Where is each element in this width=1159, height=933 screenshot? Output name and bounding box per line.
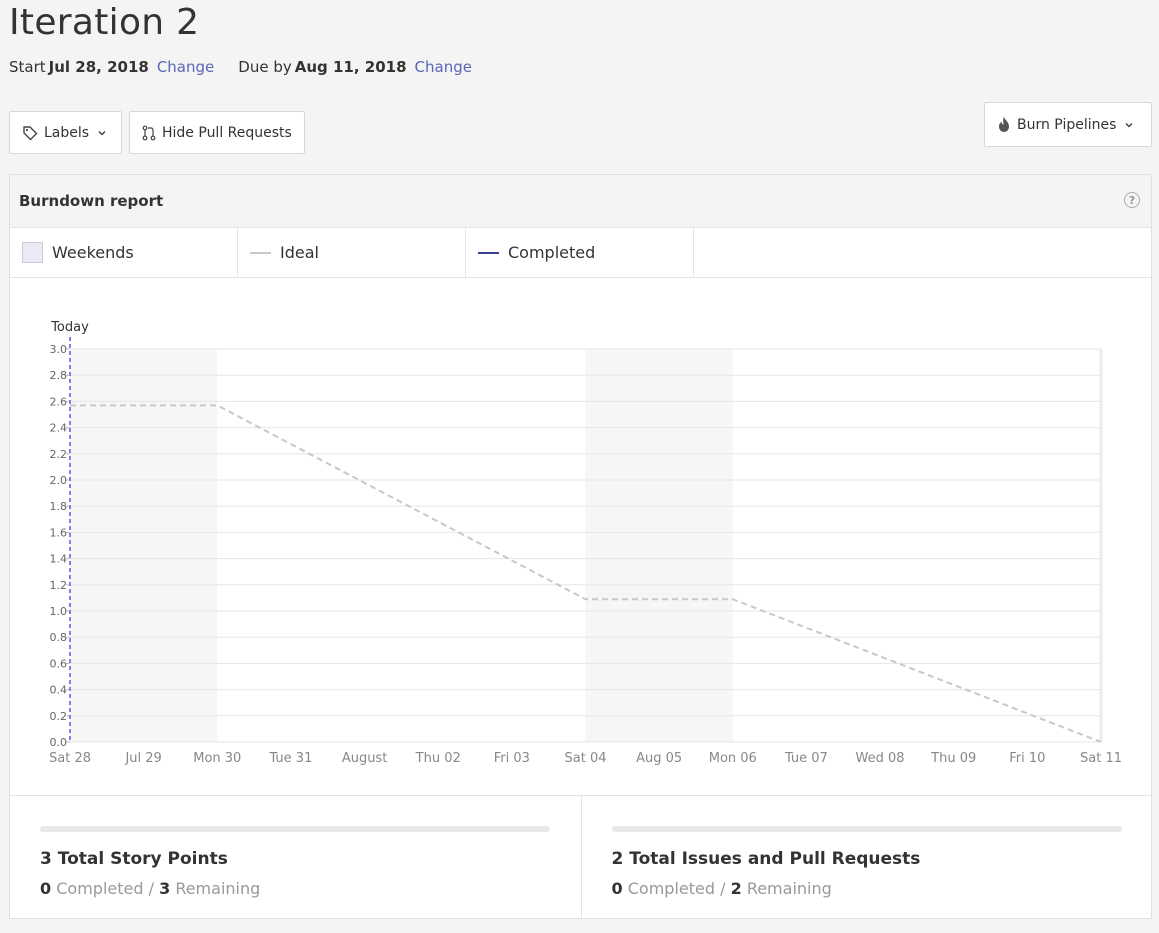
completed-swatch xyxy=(478,251,499,254)
x-tick-label: Mon 06 xyxy=(709,751,757,766)
x-tick-label: Thu 02 xyxy=(415,751,461,766)
weekend-band xyxy=(585,349,733,742)
burndown-chart-svg: 0.0 0.2 0.4 0.6 0.8 1.0 1.2 1.4 1.6 1.8 2.0 2.2 2.4 2… xyxy=(49,320,1122,766)
completed-label: Completed / xyxy=(56,879,154,898)
due-prefix: Due by xyxy=(238,58,292,76)
remaining-label: Remaining xyxy=(746,879,832,898)
y-tick-label: 1.6 xyxy=(50,526,68,539)
today-label: Today xyxy=(50,320,89,335)
x-tick-label: Thu 09 xyxy=(930,751,976,766)
x-tick-label: Sat 11 xyxy=(1080,751,1122,766)
y-tick-label: 3.0 xyxy=(50,343,68,356)
remaining-count: 3 xyxy=(159,879,171,898)
y-tick-label: 2.2 xyxy=(50,448,68,461)
weekends-swatch xyxy=(22,242,43,263)
issues-progress-bar xyxy=(611,826,1122,832)
burn-pipelines-button[interactable]: Burn Pipelines xyxy=(984,102,1152,147)
y-tick-label: 1.2 xyxy=(50,579,68,592)
page-title: Iteration 2 xyxy=(9,2,200,43)
stat-heading: 2 Total Issues and Pull Requests xyxy=(611,849,921,869)
change-start-link[interactable]: Change xyxy=(157,58,214,76)
x-tick-label: Tue 07 xyxy=(784,751,828,766)
y-tick-label: 2.6 xyxy=(50,395,68,408)
issues-stat: 2 Total Issues and Pull Requests 0 Compl… xyxy=(580,796,1152,918)
labels-button[interactable]: Labels xyxy=(9,111,122,154)
chevron-down-icon xyxy=(1125,122,1133,128)
y-tick-label: 0.8 xyxy=(50,631,68,644)
panel-title: Burndown report xyxy=(19,192,164,210)
y-tick-label: 2.8 xyxy=(50,369,68,382)
x-tick-label: August xyxy=(342,751,388,766)
hide-pull-requests-label: Hide Pull Requests xyxy=(162,124,292,141)
completed-count: 0 xyxy=(40,879,52,898)
ideal-swatch xyxy=(250,251,271,254)
burndown-panel: Burndown report ? Weekends Ideal Complet… xyxy=(9,174,1152,919)
start-date: Jul 28, 2018 xyxy=(48,58,149,76)
x-tick-label: Jul 29 xyxy=(124,751,161,766)
y-tick-label: 1.0 xyxy=(50,605,68,618)
change-due-link[interactable]: Change xyxy=(415,58,472,76)
hide-pull-requests-button[interactable]: Hide Pull Requests xyxy=(129,111,305,154)
legend-label: Ideal xyxy=(280,243,319,262)
y-tick-label: 0.0 xyxy=(50,736,68,749)
y-tick-label: 0.2 xyxy=(50,710,68,723)
legend-label: Completed xyxy=(508,243,596,262)
remaining-label: Remaining xyxy=(175,879,261,898)
remaining-count: 2 xyxy=(730,879,742,898)
legend-item-weekends[interactable]: Weekends xyxy=(10,228,238,277)
labels-button-label: Labels xyxy=(44,124,90,141)
y-tick-label: 1.8 xyxy=(50,500,68,513)
tag-icon xyxy=(23,125,38,140)
stat-heading: 3 Total Story Points xyxy=(40,849,228,869)
x-tick-label: Wed 08 xyxy=(856,751,905,766)
help-icon[interactable]: ? xyxy=(1124,192,1140,208)
y-tick-label: 1.4 xyxy=(50,553,68,566)
x-tick-label: Aug 05 xyxy=(636,751,682,766)
y-tick-label: 2.0 xyxy=(50,474,68,487)
due-date: Aug 11, 2018 xyxy=(294,58,407,76)
burndown-chart: 0.0 0.2 0.4 0.6 0.8 1.0 1.2 1.4 1.6 1.8 2.0 2.2 2.4 2… xyxy=(10,278,1151,795)
x-tick-label: Mon 30 xyxy=(193,751,241,766)
x-tick-label: Sat 28 xyxy=(49,751,91,766)
story-points-progress-bar xyxy=(40,826,550,832)
y-tick-label: 0.4 xyxy=(50,684,68,697)
legend-item-ideal[interactable]: Ideal xyxy=(238,228,466,277)
chevron-down-icon xyxy=(98,130,106,136)
story-points-stat: 3 Total Story Points 0 Completed / 3 Rem… xyxy=(10,796,581,918)
legend-label: Weekends xyxy=(52,243,134,262)
x-tick-label: Tue 31 xyxy=(268,751,312,766)
burn-pipelines-label: Burn Pipelines xyxy=(1017,116,1117,133)
x-tick-label: Fri 03 xyxy=(494,751,530,766)
x-tick-label: Sat 04 xyxy=(565,751,607,766)
stats-section: 3 Total Story Points 0 Completed / 3 Rem… xyxy=(10,795,1151,918)
iteration-dates: Start Jul 28, 2018 Change Due by Aug 11,… xyxy=(9,58,472,76)
stat-breakdown: 0 Completed / 2 Remaining xyxy=(612,879,832,898)
pull-request-icon xyxy=(142,125,156,140)
y-tick-label: 2.4 xyxy=(50,422,68,435)
x-tick-label: Fri 10 xyxy=(1009,751,1045,766)
panel-header: Burndown report ? xyxy=(10,175,1151,228)
flame-icon xyxy=(999,117,1009,132)
stat-breakdown: 0 Completed / 3 Remaining xyxy=(40,879,260,898)
legend-item-completed[interactable]: Completed xyxy=(466,228,694,277)
completed-count: 0 xyxy=(611,879,623,898)
chart-legend: Weekends Ideal Completed xyxy=(10,228,1151,278)
weekend-band xyxy=(70,349,218,742)
completed-label: Completed / xyxy=(627,879,726,898)
start-prefix: Start xyxy=(9,58,46,76)
y-tick-label: 0.6 xyxy=(50,657,68,670)
